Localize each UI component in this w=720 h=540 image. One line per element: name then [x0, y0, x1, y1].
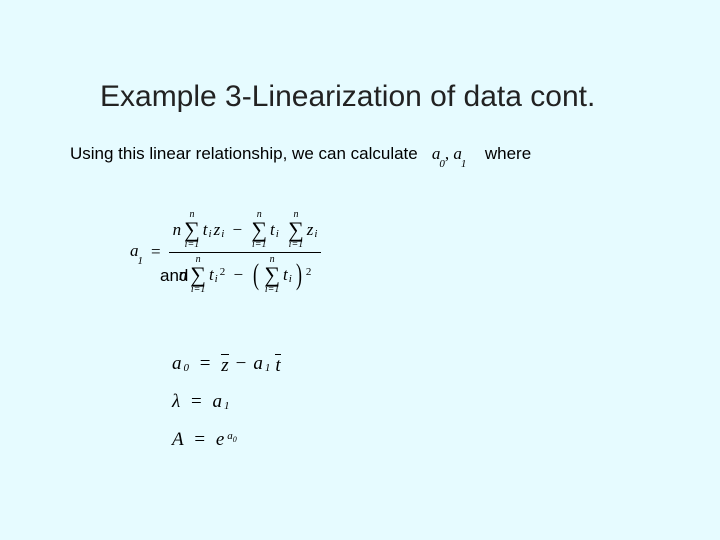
lparen: ( [253, 264, 259, 285]
intro-pre: Using this linear relationship, we can c… [70, 144, 418, 163]
a1-lhs: a1 [130, 241, 143, 263]
sigma4: ∑ [190, 265, 206, 285]
sub-1-lhs: 1 [138, 255, 144, 267]
e-exp: a0 [227, 425, 237, 448]
eq-2: = [200, 345, 211, 383]
lambda-a1: a [212, 383, 222, 421]
ti: t [203, 220, 208, 240]
lambda-formula: λ = a1 [172, 383, 281, 421]
a0-a1-inline: a0, a1 [432, 144, 471, 163]
zi: z [214, 220, 221, 240]
n-num: n [173, 220, 182, 240]
tbar-letter: t [275, 355, 280, 376]
zbar-letter: z [221, 355, 228, 376]
rparen: ) [296, 264, 302, 285]
a1-denominator: n n ∑ i=1 ti2 − ( n ∑ i=1 ti )2 [175, 253, 316, 297]
sum4-bot: i=1 [191, 285, 206, 295]
a0-a: a [172, 345, 182, 383]
sum2-bot: i=1 [252, 240, 267, 250]
ti3-sub: i [215, 273, 218, 285]
sum1-bot: i=1 [185, 240, 200, 250]
a1-fraction: n n ∑ i=1 ti zi − n ∑ i=1 ti n [169, 208, 322, 297]
ti-sub: i [209, 228, 212, 240]
slide: Example 3-Linearization of data cont. Us… [0, 0, 720, 540]
eq-1: = [151, 242, 161, 262]
minus2: − [233, 265, 243, 285]
body-text: Using this linear relationship, we can c… [70, 144, 660, 166]
n-den: n [179, 265, 188, 285]
sigma2: ∑ [251, 220, 267, 240]
zi2-sub: i [314, 228, 317, 240]
sum5: n ∑ i=1 [264, 255, 280, 295]
minus3: − [236, 345, 247, 383]
eq-4: = [194, 421, 205, 459]
A-letter: A [172, 421, 184, 459]
sigma5: ∑ [264, 265, 280, 285]
slide-title: Example 3-Linearization of data cont. [100, 80, 660, 114]
e-exp-a-sub: 0 [233, 436, 237, 445]
a1-rhs: a [253, 345, 263, 383]
sum4: n ∑ i=1 [190, 255, 206, 295]
sigma1: ∑ [184, 220, 200, 240]
ti2: t [270, 220, 275, 240]
comma: , [445, 144, 449, 163]
eq-3: = [191, 383, 202, 421]
sum3-bot: i=1 [289, 240, 304, 250]
z-bar: z [221, 354, 228, 375]
sum3: n ∑ i=1 [288, 210, 304, 250]
e-letter: e [216, 421, 224, 459]
sigma3: ∑ [288, 220, 304, 240]
a0-sub: 0 [184, 357, 190, 379]
ti2-sub: i [276, 228, 279, 240]
a1-numerator: n n ∑ i=1 ti zi − n ∑ i=1 ti n [169, 208, 322, 252]
A-formula: A = ea0 [172, 421, 281, 459]
sub-0: 0 [439, 158, 445, 170]
intro-post: where [485, 144, 531, 163]
ti4-sub: i [289, 273, 292, 285]
bottom-formulas: a0 = z − a1 t λ = a1 A = ea0 [172, 345, 281, 459]
lambda-a1-sub: 1 [224, 395, 230, 417]
a1-rhs-sub: 1 [265, 357, 271, 379]
sub-1: 1 [461, 158, 467, 170]
sum2: n ∑ i=1 [251, 210, 267, 250]
a0-formula: a0 = z − a1 t [172, 345, 281, 383]
ti3: t [209, 265, 214, 285]
sum1: n ∑ i=1 [184, 210, 200, 250]
paren-sup2: 2 [306, 266, 312, 278]
intro-line: Using this linear relationship, we can c… [70, 144, 660, 166]
t-bar: t [275, 354, 280, 375]
sum5-bot: i=1 [265, 285, 280, 295]
lambda: λ [172, 383, 180, 421]
ti4: t [283, 265, 288, 285]
minus1: − [233, 220, 243, 240]
a1-formula: a1 = n n ∑ i=1 ti zi − n ∑ i=1 ti [130, 208, 321, 297]
ti3-sup: 2 [220, 266, 226, 278]
zi2: z [307, 220, 314, 240]
zi-sub: i [221, 228, 224, 240]
